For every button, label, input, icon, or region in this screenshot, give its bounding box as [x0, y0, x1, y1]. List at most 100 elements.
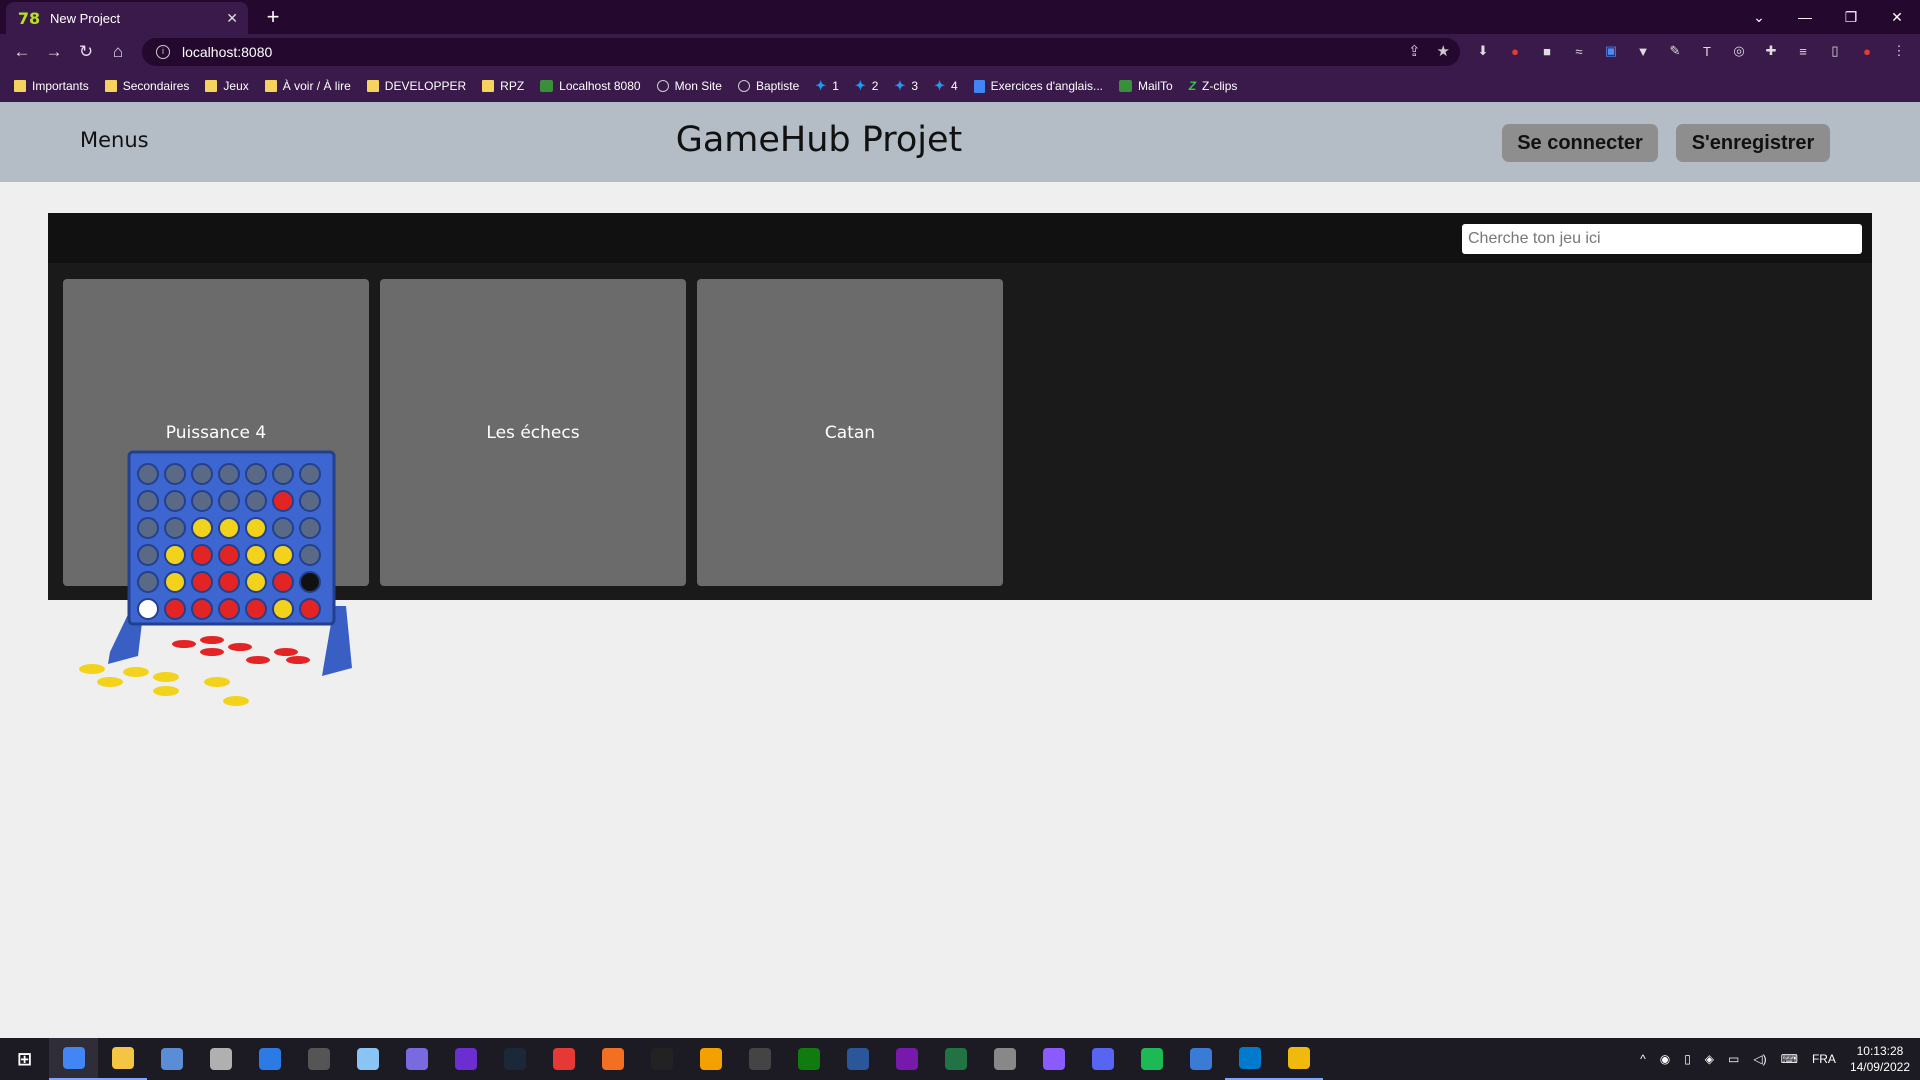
extension-t-icon[interactable]: T [1696, 40, 1718, 62]
extension-pen-icon[interactable]: ✎ [1664, 40, 1686, 62]
twitter-icon: ✦ [934, 78, 945, 93]
defender-icon[interactable]: ◈ [1705, 1052, 1714, 1066]
origin-icon[interactable] [588, 1038, 637, 1080]
side-panel-icon[interactable]: ▯ [1824, 40, 1846, 62]
kebab-menu-icon[interactable]: ⋮ [1888, 40, 1910, 62]
game-card-catan[interactable]: Catan [697, 279, 1003, 586]
extension-v-icon[interactable]: ▼ [1632, 40, 1654, 62]
controller-icon[interactable] [392, 1038, 441, 1080]
bookmark-item[interactable]: Localhost 8080 [540, 79, 641, 93]
connect-four-image [79, 450, 352, 706]
word-icon[interactable] [833, 1038, 882, 1080]
restore-icon[interactable]: ❐ [1828, 0, 1874, 34]
extension-red-icon[interactable]: ● [1504, 40, 1526, 62]
spotify-icon[interactable] [1127, 1038, 1176, 1080]
file-explorer-icon[interactable] [98, 1038, 147, 1080]
language-indicator[interactable]: FRA [1812, 1052, 1836, 1066]
photos-icon[interactable] [147, 1038, 196, 1080]
close-icon[interactable]: ✕ [226, 10, 238, 27]
reload-icon[interactable]: ↻ [72, 40, 100, 64]
site-info-icon[interactable]: i [156, 45, 170, 59]
reading-list-icon[interactable]: ≡ [1792, 40, 1814, 62]
bookmark-item[interactable]: ✦ 4 [934, 78, 958, 94]
register-button[interactable]: S'enregistrer [1676, 124, 1830, 162]
discord-icon[interactable] [1078, 1038, 1127, 1080]
bookmark-item[interactable]: Baptiste [737, 79, 799, 93]
login-button[interactable]: Se connecter [1502, 124, 1658, 162]
clock[interactable]: 10:13:28 14/09/2022 [1850, 1043, 1910, 1075]
extension-ring-icon[interactable]: ◎ [1728, 40, 1750, 62]
window-controls: ⌄ — ❐ ✕ [1736, 0, 1920, 34]
tab-search-icon[interactable]: ⌄ [1736, 0, 1782, 34]
steam-icon[interactable] [490, 1038, 539, 1080]
minimize-icon[interactable]: — [1782, 0, 1828, 34]
bookmark-item[interactable]: ✦ 2 [855, 78, 879, 94]
new-tab-icon[interactable]: + [260, 4, 286, 30]
bookmark-item[interactable]: ✦ 1 [815, 78, 839, 94]
ea-icon[interactable] [539, 1038, 588, 1080]
bookmark-item[interactable]: ✦ 3 [894, 78, 918, 94]
bookmark-item[interactable]: DEVELOPPER [366, 79, 466, 93]
rockstar-icon[interactable] [686, 1038, 735, 1080]
bookmark-item[interactable]: RPZ [482, 79, 524, 93]
address-bar[interactable]: i localhost:8080 ⇪ ★ [142, 38, 1460, 66]
chrome-icon[interactable] [49, 1038, 98, 1080]
bookmark-item[interactable]: Importants [14, 79, 89, 93]
board-hole [191, 544, 213, 566]
bookmark-item[interactable]: Exercices d'anglais... [973, 79, 1103, 93]
xbox-icon[interactable] [784, 1038, 833, 1080]
extension-square-icon[interactable]: ■ [1536, 40, 1558, 62]
bookmark-label: 1 [832, 79, 839, 93]
network-icon[interactable]: ▭ [1728, 1052, 1739, 1066]
bookmark-item[interactable]: Z Z-clips [1189, 79, 1238, 93]
calculator-icon[interactable] [245, 1038, 294, 1080]
task-icon[interactable] [1176, 1038, 1225, 1080]
back-icon[interactable]: ← [8, 40, 36, 64]
messenger-icon[interactable] [1029, 1038, 1078, 1080]
settings-icon[interactable] [294, 1038, 343, 1080]
system-tray: ^ ◉ ▯ ◈ ▭ ◁) ⌨ FRA 10:13:28 14/09/2022 [1640, 1038, 1910, 1080]
close-window-icon[interactable]: ✕ [1874, 0, 1920, 34]
excel-icon[interactable] [931, 1038, 980, 1080]
browser-tab[interactable]: 78 New Project ✕ [6, 2, 248, 34]
translate-icon[interactable]: ▣ [1600, 40, 1622, 62]
share-icon[interactable]: ⇪ [1408, 42, 1421, 60]
shield-icon[interactable] [980, 1038, 1029, 1080]
game-icon[interactable] [196, 1038, 245, 1080]
download-icon[interactable]: ⬇ [1472, 40, 1494, 62]
bookmark-item[interactable]: MailTo [1119, 79, 1173, 93]
tray-overflow-icon[interactable]: ^ [1640, 1052, 1646, 1066]
site-header: Menus GameHub Projet Se connecter S'enre… [0, 102, 1920, 182]
notepad-icon[interactable] [343, 1038, 392, 1080]
keyboard-icon[interactable]: ⌨ [1781, 1052, 1798, 1066]
discord-tray-icon[interactable]: ◉ [1660, 1052, 1670, 1066]
bookmark-item[interactable]: Mon Site [656, 79, 722, 93]
windows-start-icon[interactable]: ⊞ [0, 1038, 49, 1080]
epic-games-icon[interactable] [637, 1038, 686, 1080]
board-hole [299, 490, 321, 512]
bookmark-item[interactable]: Jeux [205, 79, 249, 93]
home-icon[interactable]: ⌂ [104, 40, 132, 64]
bookmark-star-icon[interactable]: ★ [1437, 42, 1450, 60]
extension-wave-icon[interactable]: ≈ [1568, 40, 1590, 62]
vscode-icon[interactable] [1225, 1038, 1274, 1080]
word-glyph [846, 1048, 869, 1070]
game-card-label: Puissance 4 [165, 422, 267, 443]
forward-icon[interactable]: → [40, 40, 68, 64]
search-input[interactable] [1462, 224, 1862, 254]
extensions-puzzle-icon[interactable]: ✚ [1760, 40, 1782, 62]
profile-avatar-icon[interactable]: ● [1856, 40, 1878, 62]
board-hole [218, 517, 240, 539]
onenote-icon[interactable] [882, 1038, 931, 1080]
bookmark-item[interactable]: Secondaires [104, 79, 189, 93]
ubisoft-icon[interactable] [735, 1038, 784, 1080]
usb-icon[interactable]: ▯ [1684, 1052, 1691, 1066]
volume-icon[interactable]: ◁) [1753, 1052, 1766, 1066]
game-card-echecs[interactable]: Les échecs [380, 279, 686, 586]
clock-date: 14/09/2022 [1849, 1060, 1910, 1074]
binance-icon[interactable] [1274, 1038, 1323, 1080]
cortana-icon[interactable] [441, 1038, 490, 1080]
calculator-glyph [258, 1048, 281, 1070]
bookmark-item[interactable]: À voir / À lire [264, 79, 351, 93]
board-hole [191, 598, 213, 620]
